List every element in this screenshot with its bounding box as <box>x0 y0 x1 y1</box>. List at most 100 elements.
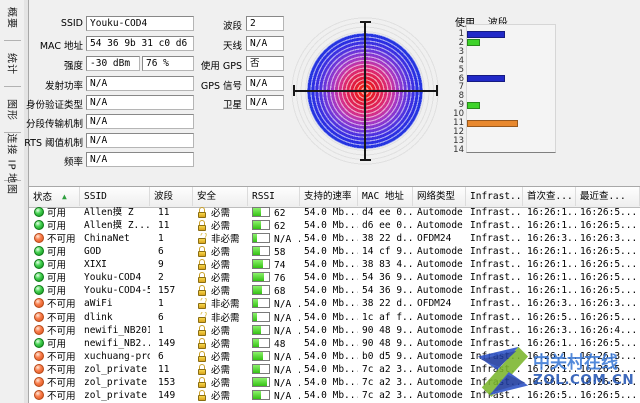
channel-bar-11 <box>467 119 518 127</box>
column-header-3[interactable]: 波段 <box>150 187 193 206</box>
status-cell: 可用 <box>29 337 80 351</box>
band-cell: 1 <box>158 324 164 336</box>
channel-bar-6 <box>467 75 506 82</box>
infrastructure-cell: Infrast... <box>470 324 523 336</box>
lock-open-icon <box>197 233 208 245</box>
table-row[interactable]: 可用 newifi_NB2... 149 必需48 54.0 Mb... 90 48 9.… <box>29 337 640 351</box>
field-use-gps[interactable]: 否 <box>246 56 284 71</box>
column-header-4[interactable]: 安全 <box>193 187 248 206</box>
band-cell: 153 <box>158 376 176 388</box>
table-row[interactable]: 可用 XIXI 9 必需74 54.0 Mb... 38 83 4... Automode I… <box>29 259 640 272</box>
field-strength[interactable]: -30 dBm <box>86 56 140 71</box>
table-row[interactable]: 不可用 ChinaNet 1 非必需N/A ... 54.0 Mb... 38 22 d.… <box>29 233 640 246</box>
rssi-cell: N/A ... <box>248 233 300 246</box>
last-seen-cell: 16:26:5... <box>580 311 638 323</box>
column-header-6[interactable]: 支持的速率 <box>300 187 358 206</box>
table-row[interactable]: 可用 GOD 6 必需58 54.0 Mb... 14 cf 9... Automode In… <box>29 246 640 259</box>
status-cell: 不可用 <box>29 376 80 390</box>
field-gps-signal[interactable]: N/A <box>246 76 284 91</box>
network-table: 状态 ▲ SSID 波段 安全 RSSI 支持的速率 MAC 地址 网络类型 Infrast...… <box>29 186 640 403</box>
field-band[interactable]: 2 <box>246 16 284 31</box>
security-cell: 必需 <box>193 207 248 220</box>
mac-cell: d6 ee 0... <box>362 220 413 232</box>
column-header-8[interactable]: 网络类型 <box>413 187 466 206</box>
lock-open-icon <box>197 298 208 310</box>
table-row[interactable]: 可用 Youku-COD4 2 必需76 54.0 Mb... 54 36 9... Aut… <box>29 272 640 285</box>
lock-closed-icon <box>197 285 207 297</box>
table-row[interactable]: 不可用 zol_private 149 必需N/A ... 54.0 Mb... 7c a… <box>29 389 640 403</box>
security-cell: 必需 <box>193 376 248 390</box>
rssi-cell: 76 <box>248 272 300 285</box>
signal-meter-icon <box>252 259 270 270</box>
field-fragmentation[interactable]: N/A <box>86 114 194 129</box>
signal-meter-icon <box>252 246 270 257</box>
signal-meter-icon <box>252 207 270 217</box>
last-seen-cell: 16:26:5... <box>580 207 638 218</box>
first-seen-cell: 16:26:1... <box>527 363 576 375</box>
table-row[interactable]: 可用 Allen摸 Z 11 必需62 54.0 Mb... d4 ee 0... Auto… <box>29 207 640 220</box>
band-cell: 1 <box>158 233 164 245</box>
nettype-cell: Automode <box>417 272 463 284</box>
last-seen-cell: 16:26:5... <box>580 272 638 284</box>
infrastructure-cell: Infrast... <box>470 389 523 401</box>
field-label-rts-threshold: RTS 阈值机制 <box>24 138 83 149</box>
last-seen-cell: 16:26:5... <box>580 246 638 258</box>
status-cell: 不可用 <box>29 233 80 246</box>
table-row[interactable]: 不可用 dlink 6 非必需N/A ... 54.0 Mb... 1c af f... A… <box>29 311 640 325</box>
table-header: 状态 ▲ SSID 波段 安全 RSSI 支持的速率 MAC 地址 网络类型 Infrast...… <box>29 187 640 208</box>
nettype-cell: Automode <box>417 350 463 362</box>
column-header-7[interactable]: MAC 地址 <box>358 187 413 206</box>
table-row[interactable]: 不可用 zol_private 153 必需N/A ... 54.0 Mb... 7c a… <box>29 376 640 390</box>
lock-closed-icon <box>197 207 207 218</box>
first-seen-cell: 16:26:1... <box>527 246 576 258</box>
rssi-cell: N/A ... <box>248 376 300 390</box>
security-cell: 必需 <box>193 337 248 351</box>
nettype-cell: Automode <box>417 246 463 258</box>
channel-bar-2 <box>467 39 480 47</box>
rate-cell: 54.0 Mb... <box>304 220 358 232</box>
table-row[interactable]: 可用 Allen摸 Z... 11 必需62 54.0 Mb... d6 ee 0... A… <box>29 220 640 233</box>
column-header-9[interactable]: Infrast... <box>466 187 523 206</box>
status-unavailable-icon <box>34 376 44 387</box>
infrastructure-cell: Infrast... <box>470 298 523 310</box>
band-cell: 11 <box>158 220 170 232</box>
mac-cell: 54 36 9... <box>362 272 413 284</box>
status-cell: 可用 <box>29 272 80 285</box>
field-rts-threshold[interactable]: N/A <box>86 133 194 148</box>
sidebar-tab-map[interactable]: 地图 <box>2 173 24 195</box>
ssid-cell: xuchuang-pro <box>84 350 150 362</box>
column-header-10[interactable]: 首次查... <box>523 187 576 206</box>
column-header-5[interactable]: RSSI <box>248 187 300 206</box>
mac-cell: 38 83 4... <box>362 259 413 271</box>
ssid-cell: GOD <box>84 246 102 258</box>
signal-meter-icon <box>252 363 270 374</box>
column-header-11[interactable]: 最近查... <box>576 187 640 206</box>
signal-meter-icon <box>252 376 270 387</box>
table-row[interactable]: 不可用 aWiFi 1 非必需N/A ... 54.0 Mb... 38 22 d... O… <box>29 298 640 311</box>
channel-bar-1 <box>467 30 506 38</box>
status-cell: 可用 <box>29 246 80 259</box>
rate-cell: 54.0 Mb... <box>304 389 358 401</box>
rssi-cell: 58 <box>248 246 300 259</box>
column-header-1[interactable]: 状态 ▲ <box>29 187 80 206</box>
last-seen-cell: 16:26:5... <box>580 389 638 401</box>
rate-cell: 54.0 Mb... <box>304 324 358 336</box>
ssid-cell: Allen摸 Z... <box>84 220 150 232</box>
lock-closed-icon <box>197 363 207 375</box>
nettype-cell: Automode <box>417 285 463 297</box>
status-cell: 不可用 <box>29 298 80 311</box>
table-row[interactable]: 可用 Youku-COD4-5G 157 必需68 54.0 Mb... 54 36 9.… <box>29 285 640 298</box>
table-row[interactable]: 不可用 newifi_NB201 1 必需N/A ... 54.0 Mb... 90 48… <box>29 324 640 338</box>
field-satellites[interactable]: N/A <box>246 95 284 110</box>
field-label-auth-type: 身份验证类型 <box>25 100 83 111</box>
first-seen-cell: 16:26:1... <box>527 259 576 271</box>
last-seen-cell: 16:26:5... <box>580 337 638 349</box>
table-row[interactable]: 不可用 zol_private 11 必需N/A ... 54.0 Mb... 7c a2… <box>29 363 640 377</box>
signal-meter-icon <box>252 337 270 348</box>
status-available-icon <box>34 337 44 348</box>
field-antenna[interactable]: N/A <box>246 36 284 51</box>
infrastructure-cell: Infrast... <box>470 246 523 258</box>
table-row[interactable]: 不可用 xuchuang-pro 6 必需N/A ... 54.0 Mb... b0 d5… <box>29 350 640 364</box>
column-header-2[interactable]: SSID <box>80 187 150 206</box>
field-frequency[interactable]: N/A <box>86 152 194 167</box>
